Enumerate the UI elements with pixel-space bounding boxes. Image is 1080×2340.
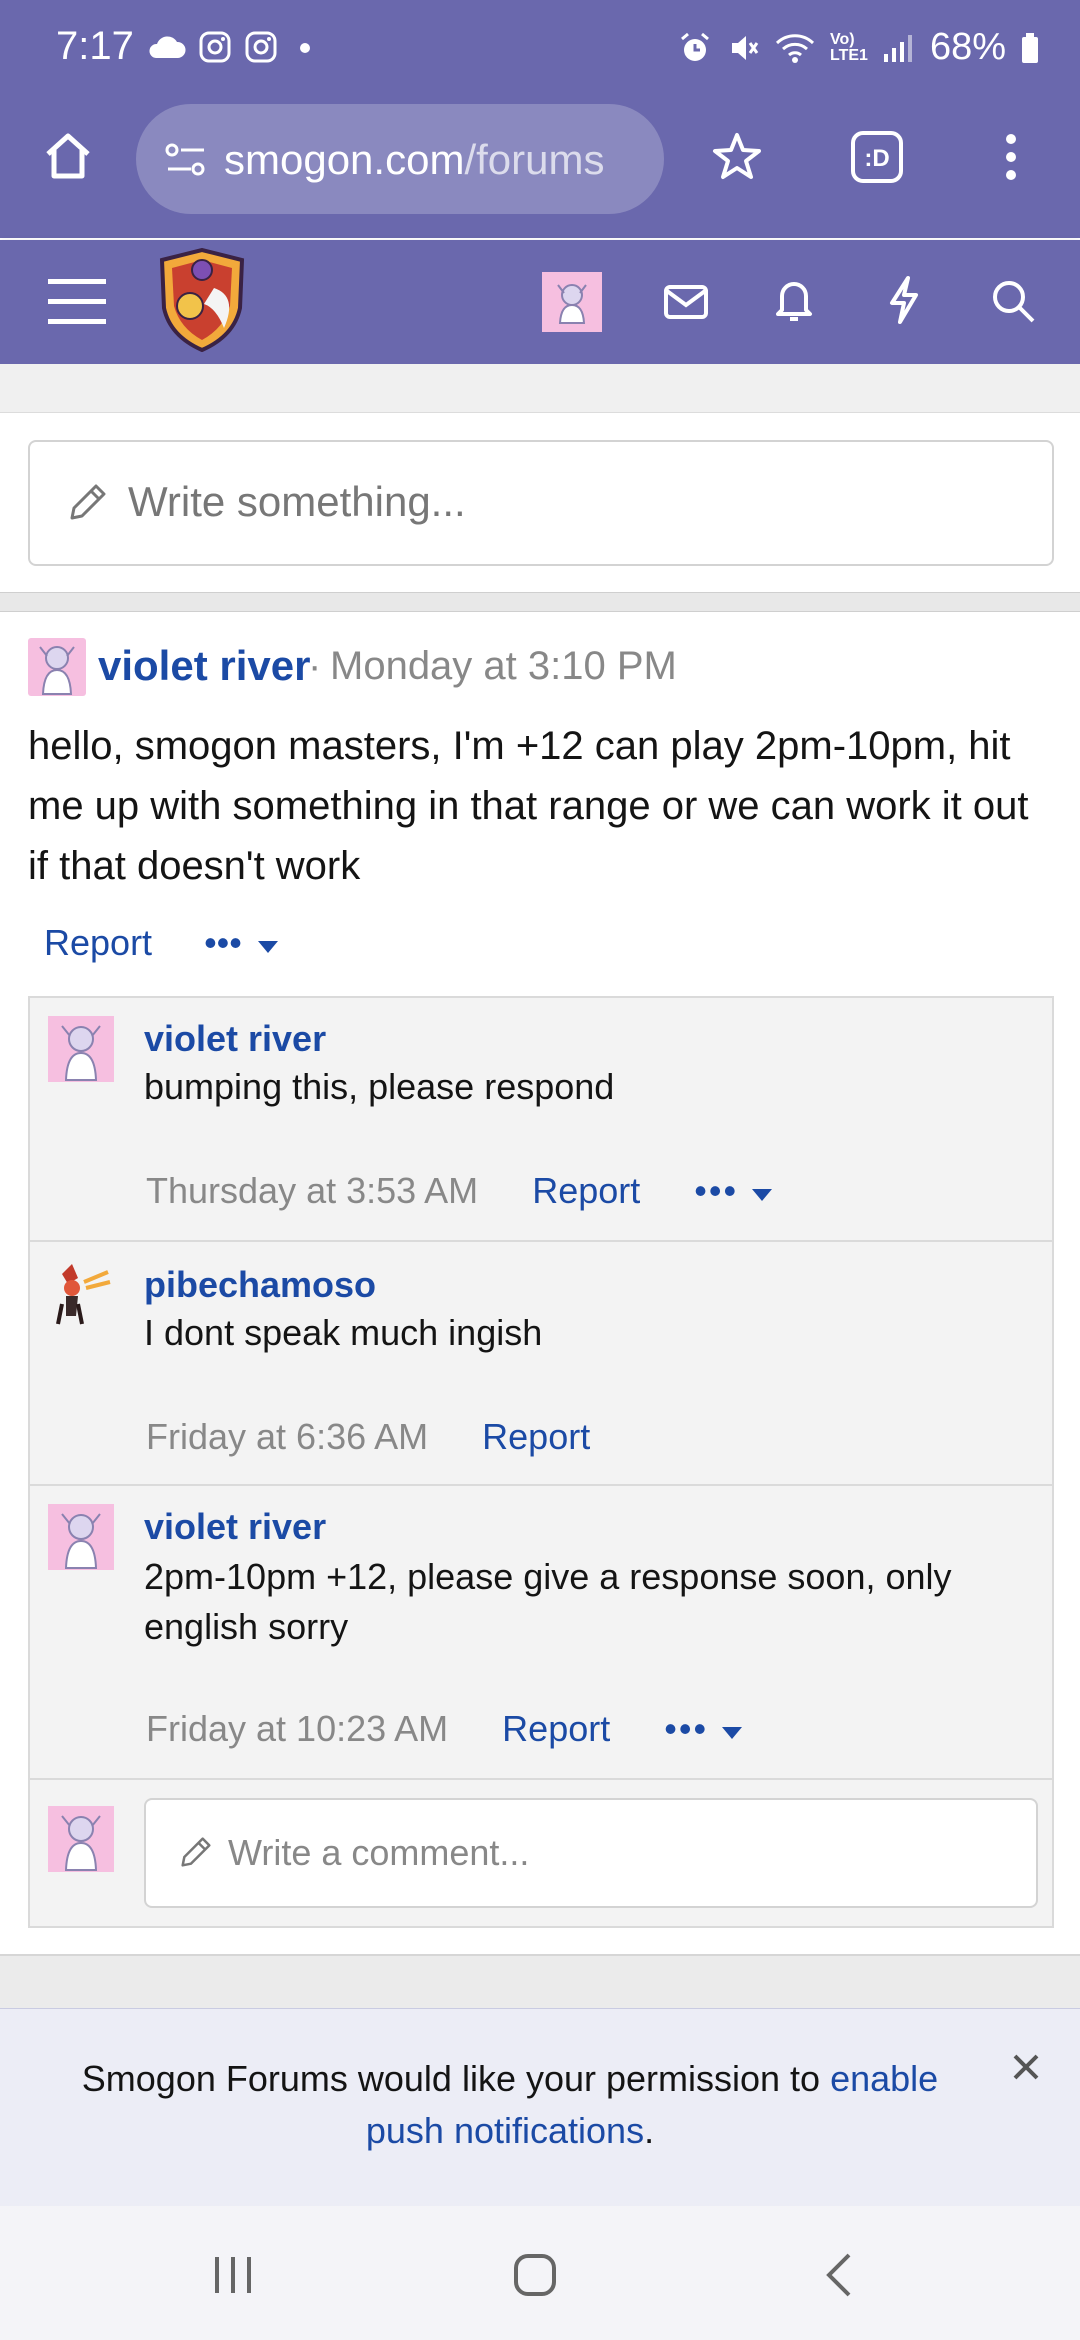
more-dots: ••• [694, 1170, 739, 1211]
chevron-down-icon [722, 1727, 743, 1739]
comment-input[interactable]: Write a comment... [144, 1798, 1038, 1908]
wifi-icon [775, 33, 815, 63]
comment-meta: Friday at 10:23 AM Report ••• [146, 1708, 744, 1750]
pencil-icon [70, 484, 106, 520]
post-author-avatar[interactable] [28, 638, 86, 696]
comment-item: violet river 2pm-10pm +12, please give a… [30, 1486, 1052, 1780]
comment-author[interactable]: violet river [144, 1506, 326, 1548]
system-icons: Vo) LTE1 68% [678, 26, 1040, 69]
composer-placeholder: Write something... [128, 478, 466, 525]
signal-icon [883, 34, 912, 62]
post-timestamp[interactable]: Monday at 3:10 PM [330, 644, 677, 689]
battery-icon [1022, 32, 1038, 63]
close-icon[interactable] [1004, 2045, 1048, 2089]
page-spacer [0, 364, 1080, 413]
page-footer-spacer [0, 1954, 1080, 2010]
notification-icons [148, 30, 320, 64]
lightning-icon[interactable] [874, 270, 934, 330]
comment-time[interactable]: Friday at 6:36 AM [146, 1416, 428, 1457]
comment-placeholder: Write a comment... [228, 1832, 530, 1873]
forum-header [0, 240, 1080, 364]
chevron-down-icon [257, 941, 278, 953]
comment-text: I dont speak much ingish [144, 1312, 543, 1353]
home-icon[interactable] [34, 122, 102, 190]
comment-text: bumping this, please respond [144, 1066, 615, 1107]
more-options-button[interactable]: ••• [664, 1708, 744, 1749]
post-author-name[interactable]: violet river [98, 642, 310, 690]
svg-text::D: :D [864, 145, 889, 172]
report-link[interactable]: Report [44, 922, 152, 963]
status-time: 7:17 [56, 24, 134, 68]
comment-avatar[interactable] [48, 1260, 114, 1326]
push-notification-banner: Smogon Forums would like your permission… [0, 2008, 1080, 2207]
hamburger-menu-icon[interactable] [44, 268, 110, 334]
comment-meta: Friday at 6:36 AM Report [146, 1416, 590, 1458]
browser-toolbar: smogon.com/forums :D [0, 100, 1080, 238]
comment-meta: Thursday at 3:53 AM Report ••• [146, 1170, 774, 1212]
cloud-icon [149, 36, 186, 58]
instagram-icon [245, 31, 277, 63]
alarm-icon [681, 32, 709, 61]
url-path: /forums [464, 136, 605, 183]
recent-apps-icon[interactable] [200, 2242, 266, 2308]
notice-text-before: Smogon Forums would like your permission… [81, 2058, 831, 2099]
more-dots: ••• [664, 1708, 709, 1749]
post-meta-separator: · [308, 644, 322, 688]
site-settings-icon[interactable] [164, 140, 208, 180]
comment-author[interactable]: violet river [144, 1018, 326, 1060]
status-bar: 7:17 Vo) LTE1 68% [0, 0, 1080, 100]
pencil-icon [181, 1837, 211, 1867]
report-link[interactable]: Report [532, 1170, 640, 1211]
report-link[interactable]: Report [482, 1416, 590, 1457]
url-text[interactable]: smogon.com/forums [224, 136, 604, 184]
instagram-icon [199, 31, 231, 63]
comment-item: violet river bumping this, please respon… [30, 998, 1052, 1242]
bell-icon[interactable] [764, 270, 824, 330]
chevron-down-icon [752, 1189, 773, 1201]
comment-author[interactable]: pibechamoso [144, 1264, 376, 1306]
current-user-avatar[interactable] [48, 1806, 114, 1872]
network-label: Vo) LTE1 [830, 30, 868, 64]
section-divider [0, 592, 1080, 612]
menu-dots-icon[interactable] [986, 122, 1036, 192]
more-options-button[interactable]: ••• [204, 922, 280, 963]
home-button-icon[interactable] [502, 2242, 568, 2308]
comment-avatar[interactable] [48, 1016, 114, 1082]
report-link[interactable]: Report [502, 1708, 610, 1749]
post-body: hello, smogon masters, I'm +12 can play … [28, 724, 1029, 888]
notice-text-after: . [644, 2110, 655, 2151]
dot-icon [300, 43, 310, 53]
mute-icon [732, 35, 759, 60]
more-dots: ••• [204, 922, 242, 963]
more-options-button[interactable]: ••• [694, 1170, 774, 1211]
smogon-logo[interactable] [152, 246, 252, 354]
comment-text: 2pm-10pm +12, please give a response soo… [144, 1556, 952, 1647]
search-icon[interactable] [982, 270, 1044, 332]
comment-item: pibechamoso I dont speak much ingish Fri… [30, 1242, 1052, 1486]
address-bar[interactable]: smogon.com/forums [136, 104, 664, 214]
bookmark-star-icon[interactable] [702, 122, 772, 192]
battery-percent: 68% [929, 26, 1006, 68]
comment-time[interactable]: Thursday at 3:53 AM [146, 1170, 478, 1211]
comments-list: violet river bumping this, please respon… [28, 996, 1054, 1928]
system-nav-bar [0, 2206, 1080, 2340]
inbox-icon[interactable] [656, 272, 716, 332]
tabs-icon[interactable]: :D [842, 122, 912, 192]
comment-time[interactable]: Friday at 10:23 AM [146, 1708, 448, 1749]
back-icon[interactable] [806, 2242, 872, 2308]
url-host: smogon.com [224, 136, 465, 183]
user-avatar-icon[interactable] [542, 272, 602, 332]
comment-avatar[interactable] [48, 1504, 114, 1570]
post-actions: Report ••• [44, 922, 280, 964]
status-composer-input[interactable]: Write something... [28, 440, 1054, 566]
notice-text: Smogon Forums would like your permission… [60, 2053, 960, 2157]
